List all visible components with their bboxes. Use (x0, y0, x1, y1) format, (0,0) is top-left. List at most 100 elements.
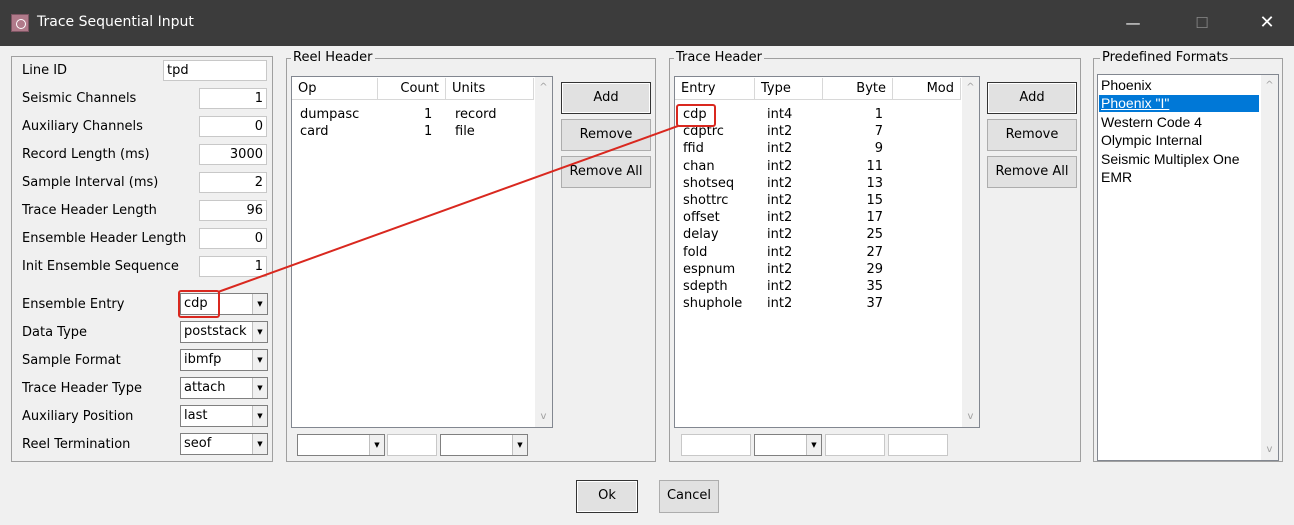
chevron-down-icon[interactable]: ▼ (252, 294, 267, 314)
trace-cell-entry[interactable]: cdp (683, 106, 707, 123)
sample-interval-field[interactable]: 2 (199, 172, 267, 193)
trace-cell-type[interactable]: int2 (767, 278, 792, 295)
reel-add-button[interactable]: Add (561, 82, 651, 114)
trace-cell-entry[interactable]: shotseq (683, 175, 734, 192)
line-id-field[interactable]: tpd (163, 60, 267, 81)
trace-mod-field[interactable] (888, 434, 948, 456)
trace-cell-type[interactable]: int2 (767, 295, 792, 312)
format-list-item[interactable]: Seismic Multiplex One (1099, 151, 1259, 168)
chevron-down-icon[interactable]: ▼ (252, 350, 267, 370)
data-type-select[interactable]: poststack ▼ (180, 321, 268, 343)
format-list-item[interactable]: Olympic Internal (1099, 132, 1259, 149)
record-length-field[interactable]: 3000 (199, 144, 267, 165)
scroll-down-icon[interactable]: v (1261, 441, 1278, 458)
trace-type-select[interactable]: ▼ (754, 434, 822, 456)
predefined-formats-list[interactable]: Phoenix Phoenix "I" Western Code 4 Olympic … (1097, 74, 1279, 461)
scroll-up-icon[interactable]: ^ (535, 79, 552, 96)
reel-termination-select[interactable]: seof ▼ (180, 433, 268, 455)
format-list-item[interactable]: Phoenix (1099, 77, 1259, 94)
reel-header-list[interactable]: Op Count Units dumpasc 1 record card 1 f… (291, 76, 553, 428)
reel-col-op[interactable]: Op (292, 78, 378, 100)
trace-header-length-field[interactable]: 96 (199, 200, 267, 221)
trace-cell-type[interactable]: int2 (767, 123, 792, 140)
trace-cell-type[interactable]: int2 (767, 209, 792, 226)
trace-cell-byte[interactable]: 15 (823, 192, 883, 209)
trace-scrollbar[interactable]: ^ v (962, 77, 979, 427)
trace-cell-byte[interactable]: 13 (823, 175, 883, 192)
minimize-button[interactable]: — (1110, 0, 1156, 46)
trace-cell-byte[interactable]: 17 (823, 209, 883, 226)
trace-cell-entry[interactable]: offset (683, 209, 720, 226)
trace-entry-field[interactable] (681, 434, 751, 456)
chevron-down-icon[interactable]: ▼ (252, 322, 267, 342)
trace-cell-type[interactable]: int2 (767, 140, 792, 157)
reel-cell-count[interactable]: 1 (424, 106, 432, 123)
trace-cell-entry[interactable]: cdptrc (683, 123, 724, 140)
format-list-item[interactable]: EMR (1099, 169, 1259, 186)
ensemble-entry-select[interactable]: cdp ▼ (180, 293, 268, 315)
auxiliary-position-select[interactable]: last ▼ (180, 405, 268, 427)
ensemble-header-length-field[interactable]: 0 (199, 228, 267, 249)
reel-cell-units[interactable]: file (455, 123, 475, 140)
trace-remove-button[interactable]: Remove (987, 119, 1077, 151)
formats-scrollbar[interactable]: ^ v (1261, 75, 1278, 460)
trace-cell-type[interactable]: int4 (767, 106, 792, 123)
reel-col-units[interactable]: Units (446, 78, 534, 100)
reel-remove-all-button[interactable]: Remove All (561, 156, 651, 188)
close-button[interactable]: ✕ (1244, 0, 1290, 46)
trace-col-byte[interactable]: Byte (823, 78, 893, 100)
scroll-down-icon[interactable]: v (962, 408, 979, 425)
cancel-button[interactable]: Cancel (659, 480, 719, 513)
init-ensemble-sequence-field[interactable]: 1 (199, 256, 267, 277)
trace-cell-byte[interactable]: 37 (823, 295, 883, 312)
trace-cell-entry[interactable]: sdepth (683, 278, 728, 295)
trace-col-mod[interactable]: Mod (893, 78, 961, 100)
trace-cell-entry[interactable]: shuphole (683, 295, 742, 312)
chevron-down-icon[interactable]: ▼ (369, 435, 384, 455)
sample-format-select[interactable]: ibmfp ▼ (180, 349, 268, 371)
trace-remove-all-button[interactable]: Remove All (987, 156, 1077, 188)
trace-cell-entry[interactable]: delay (683, 226, 719, 243)
trace-cell-type[interactable]: int2 (767, 175, 792, 192)
scroll-up-icon[interactable]: ^ (1261, 77, 1278, 94)
chevron-down-icon[interactable]: ▼ (252, 378, 267, 398)
trace-header-list[interactable]: Entry Type Byte Mod cdp int4 1 cdptrc int2 7 f… (674, 76, 980, 428)
trace-cell-entry[interactable]: chan (683, 158, 715, 175)
trace-cell-type[interactable]: int2 (767, 158, 792, 175)
reel-col-count[interactable]: Count (378, 78, 446, 100)
trace-cell-byte[interactable]: 35 (823, 278, 883, 295)
trace-col-type[interactable]: Type (755, 78, 823, 100)
reel-cell-count[interactable]: 1 (424, 123, 432, 140)
reel-op-select[interactable]: ▼ (297, 434, 385, 456)
trace-cell-byte[interactable]: 9 (823, 140, 883, 157)
format-list-item[interactable]: Phoenix "I" (1099, 95, 1259, 113)
reel-cell-op[interactable]: card (300, 123, 328, 140)
reel-scrollbar[interactable]: ^ v (535, 77, 552, 427)
reel-remove-button[interactable]: Remove (561, 119, 651, 151)
ok-button[interactable]: Ok (576, 480, 638, 513)
trace-cell-entry[interactable]: espnum (683, 261, 735, 278)
trace-col-entry[interactable]: Entry (675, 78, 755, 100)
chevron-down-icon[interactable]: ▼ (252, 406, 267, 426)
trace-cell-type[interactable]: int2 (767, 244, 792, 261)
trace-cell-byte[interactable]: 11 (823, 158, 883, 175)
auxiliary-channels-field[interactable]: 0 (199, 116, 267, 137)
trace-cell-entry[interactable]: ffid (683, 140, 704, 157)
reel-cell-op[interactable]: dumpasc (300, 106, 359, 123)
trace-cell-byte[interactable]: 27 (823, 244, 883, 261)
trace-cell-byte[interactable]: 29 (823, 261, 883, 278)
trace-cell-byte[interactable]: 7 (823, 123, 883, 140)
maximize-button[interactable]: ☐ (1179, 0, 1225, 46)
trace-cell-type[interactable]: int2 (767, 192, 792, 209)
trace-add-button[interactable]: Add (987, 82, 1077, 114)
chevron-down-icon[interactable]: ▼ (806, 435, 821, 455)
trace-cell-entry[interactable]: shottrc (683, 192, 728, 209)
trace-header-type-select[interactable]: attach ▼ (180, 377, 268, 399)
reel-cell-units[interactable]: record (455, 106, 497, 123)
trace-cell-type[interactable]: int2 (767, 261, 792, 278)
reel-count-field[interactable] (387, 434, 437, 456)
scroll-down-icon[interactable]: v (535, 408, 552, 425)
chevron-down-icon[interactable]: ▼ (252, 434, 267, 454)
trace-cell-type[interactable]: int2 (767, 226, 792, 243)
trace-byte-field[interactable] (825, 434, 885, 456)
